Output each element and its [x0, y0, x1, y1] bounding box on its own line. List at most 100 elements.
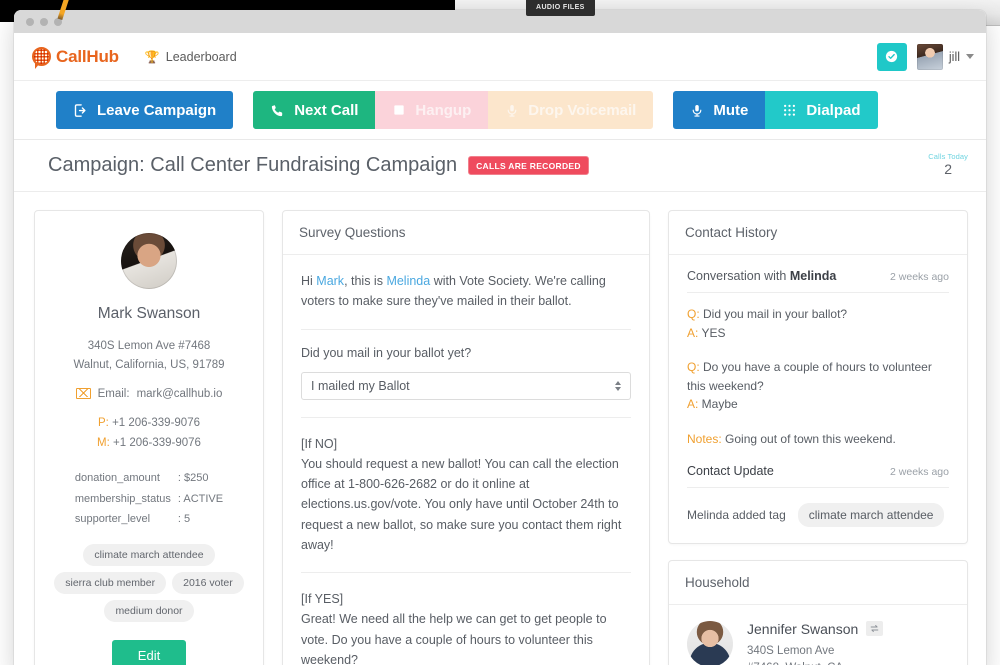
survey-card: Survey Questions Hi Mark, this is Melind… [282, 210, 650, 665]
page-title: Campaign: Call Center Fundraising Campai… [48, 154, 458, 176]
contact-field-value: : 5 [177, 512, 191, 525]
household-card: Household Jennifer Swanson 340S Lemon Av… [668, 559, 968, 665]
contact-field-value: : ACTIVE [177, 492, 224, 505]
contact-field-key: donation_amount [74, 472, 160, 485]
contact-email-label: Email: [97, 387, 130, 400]
top-navigation-bar: CallHub 🏆 Leaderboard jill [14, 33, 986, 81]
screenshot-root: AUDIO FILES CallHub 🏆 Leaderboard jill L… [0, 0, 1000, 665]
main-content: Mark Swanson 340S Lemon Ave #7468 Walnut… [14, 192, 986, 665]
brand-name: CallHub [56, 46, 119, 66]
hangup-label: Hangup [415, 101, 472, 119]
contact-history-card: Contact History Conversation with Melind… [668, 210, 968, 544]
conversation-person: Melinda [789, 269, 837, 283]
dialpad-label: Dialpad [806, 101, 861, 119]
household-member-avatar [687, 620, 733, 665]
contact-update-text: Melinda added tag [687, 507, 786, 522]
calls-today-value: 2 [944, 161, 953, 178]
dialpad-button[interactable]: Dialpad [765, 91, 878, 129]
leave-campaign-label: Leave Campaign [97, 101, 217, 119]
survey-if-yes-block: [If YES] Great! We need all the help we … [301, 573, 631, 665]
stop-square-icon [394, 105, 405, 115]
status-available-button[interactable] [876, 42, 907, 71]
survey-header: Survey Questions [283, 211, 649, 255]
swap-contact-icon[interactable] [866, 621, 884, 637]
survey-if-no-text: You should request a new ballot! You can… [301, 456, 622, 552]
drop-voicemail-button[interactable]: Drop Voicemail [488, 91, 654, 129]
contact-tag[interactable]: climate march attendee [83, 544, 215, 567]
campaign-header: Campaign: Call Center Fundraising Campai… [14, 140, 986, 192]
mute-label: Mute [713, 101, 749, 119]
history-answer-row: A: Maybe [687, 395, 949, 414]
contact-phone-mobile-key: M: [97, 437, 110, 450]
history-answer-key: A: [687, 325, 699, 340]
contact-tag[interactable]: medium donor [104, 600, 194, 623]
contact-phone-mobile-value: +1 206-339-9076 [113, 437, 201, 450]
conversation-title-pre: Conversation with [687, 269, 790, 283]
mute-button[interactable]: Mute [673, 91, 766, 129]
contact-update-tag[interactable]: climate march attendee [797, 502, 945, 527]
history-question-text: Do you have a couple of hours to volunte… [687, 360, 932, 393]
contact-phone-mobile-row: M: +1 206-339-9076 [51, 433, 247, 453]
contact-email-row: Email: mark@callhub.io [51, 388, 247, 400]
microphone-icon [507, 104, 517, 117]
select-spinner-icon [615, 380, 621, 391]
contact-update-row: Melinda added tag climate march attendee [687, 502, 949, 527]
conversation-header: Conversation with Melinda 2 weeks ago [687, 255, 949, 293]
history-answer-row: A: YES [687, 324, 949, 343]
history-answer-text: Maybe [698, 397, 738, 412]
history-notes-key: Notes: [687, 431, 722, 446]
contact-phone-primary-key: P: [97, 416, 109, 429]
contact-phone-primary-row: P: +1 206-339-9076 [51, 413, 247, 433]
envelope-icon [75, 388, 91, 400]
leave-campaign-button[interactable]: Leave Campaign [56, 91, 234, 129]
hangup-button[interactable]: Hangup [375, 91, 489, 129]
callhub-logo-icon [32, 47, 51, 69]
contact-address-line1: 340S Lemon Ave #7468 [87, 340, 211, 352]
history-question-row: Q: Did you mail in your ballot? [687, 305, 949, 324]
contact-email-value: mark@callhub.io [136, 387, 223, 400]
nav-item-leaderboard-label: Leaderboard [165, 49, 237, 64]
history-notes-text: Going out of town this weekend. [721, 431, 896, 446]
contact-custom-fields: donation_amount : $250 membership_status… [75, 468, 223, 529]
contact-card: Mark Swanson 340S Lemon Ave #7468 Walnut… [34, 210, 264, 665]
contact-field-row: supporter_level : 5 [75, 509, 223, 529]
status-badge: CALLS ARE RECORDED [468, 156, 589, 175]
household-member-address: 340S Lemon Ave #7468, Walnut, CA [747, 643, 883, 665]
calls-today-counter: Calls Today 2 [928, 152, 968, 178]
next-call-button[interactable]: Next Call [253, 91, 376, 129]
contact-tag[interactable]: sierra club member [54, 572, 167, 595]
contact-address: 340S Lemon Ave #7468 Walnut, California,… [51, 337, 247, 375]
avatar [916, 43, 943, 70]
exit-icon [74, 103, 86, 117]
household-member-name-row: Jennifer Swanson [747, 620, 884, 637]
top-navigation-right: jill [876, 42, 974, 71]
audio-action-group: Mute Dialpad [673, 91, 878, 129]
phone-icon [272, 104, 283, 116]
contact-field-key: supporter_level [74, 512, 151, 525]
dialpad-icon [784, 104, 796, 116]
survey-if-no-block: [If NO] You should request a new ballot!… [301, 418, 631, 573]
conversation-title: Conversation with Melinda [687, 269, 836, 283]
survey-intro-block: Hi Mark, this is Melinda with Vote Socie… [301, 255, 631, 330]
user-menu[interactable]: jill [916, 43, 974, 70]
window-minimize-icon[interactable] [40, 17, 48, 26]
history-qa-item: Q: Did you mail in your ballot? A: YES [687, 305, 949, 342]
household-member-name: Jennifer Swanson [747, 620, 859, 637]
survey-intro-script: Hi Mark, this is Melinda with Vote Socie… [301, 271, 631, 312]
trophy-icon: 🏆 [144, 49, 160, 64]
nav-item-leaderboard[interactable]: 🏆 Leaderboard [145, 50, 237, 64]
household-header: Household [669, 561, 967, 605]
edit-contact-button[interactable]: Edit [111, 640, 187, 665]
contact-field-row: donation_amount : $250 [75, 468, 223, 488]
contact-tag[interactable]: 2016 voter [172, 572, 244, 595]
contact-phone-primary-value: +1 206-339-9076 [112, 416, 200, 429]
survey-question-1-select[interactable]: I mailed my Ballot [301, 371, 631, 400]
window-close-icon[interactable] [26, 17, 34, 26]
app-window: CallHub 🏆 Leaderboard jill Leave Campaig… [14, 10, 986, 665]
user-name-label: jill [948, 49, 960, 64]
contact-update-title: Contact Update [687, 463, 774, 478]
brand-logo[interactable]: CallHub [32, 46, 119, 69]
history-qa-item: Q: Do you have a couple of hours to volu… [687, 358, 949, 414]
chevron-down-icon [966, 54, 974, 59]
contact-phones: P: +1 206-339-9076 M: +1 206-339-9076 [51, 413, 247, 453]
